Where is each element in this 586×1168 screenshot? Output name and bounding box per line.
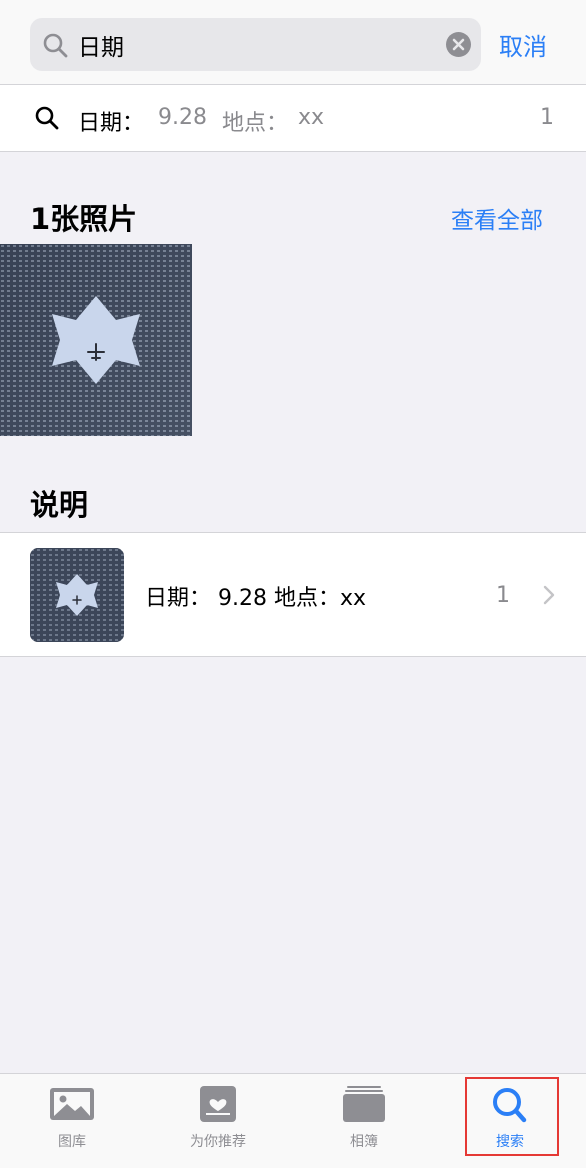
search-suggestion-row[interactable]: 日期： 9.28 地点： xx 1 <box>0 85 586 152</box>
tab-label-for-you: 为你推荐 <box>190 1134 246 1150</box>
suggestion-count: 1 <box>540 105 554 130</box>
search-icon <box>35 106 59 130</box>
search-field[interactable] <box>30 18 481 71</box>
clear-icon[interactable] <box>446 32 471 57</box>
caption-count: 1 <box>496 583 510 608</box>
photos-search-screen: 取消 日期： 9.28 地点： xx 1 1张照片 查看全部 <box>0 0 586 1168</box>
see-all-link[interactable]: 查看全部 <box>451 201 543 235</box>
suggestion-date-value: 9.28 <box>158 105 207 130</box>
chevron-right-icon <box>543 585 555 605</box>
caption-thumbnail <box>30 548 124 642</box>
suggestion-place-key: 地点： <box>222 111 289 136</box>
tab-for-you[interactable]: 为你推荐 <box>163 1074 273 1168</box>
search-icon <box>43 33 68 58</box>
albums-icon <box>343 1086 385 1122</box>
captions-section-title: 说明 <box>30 488 89 522</box>
tab-label-library: 图库 <box>58 1134 86 1150</box>
search-header: 取消 <box>0 0 586 85</box>
tab-label-albums: 相簿 <box>350 1134 378 1150</box>
tab-albums[interactable]: 相簿 <box>309 1074 419 1168</box>
caption-text: 日期： 9.28 地点：xx <box>145 586 367 611</box>
search-input[interactable] <box>78 26 458 63</box>
suggestion-date-key: 日期： <box>78 111 145 136</box>
cancel-button[interactable]: 取消 <box>499 27 547 62</box>
for-you-icon <box>200 1086 236 1122</box>
photo-library-icon <box>50 1088 94 1120</box>
highlight-box <box>465 1077 559 1156</box>
tab-library[interactable]: 图库 <box>17 1074 127 1168</box>
photo-image <box>0 244 192 436</box>
suggestion-place-value: xx <box>298 105 325 130</box>
caption-list-item[interactable]: 日期： 9.28 地点：xx 1 <box>0 532 586 657</box>
photo-result[interactable] <box>0 244 192 436</box>
photos-section-title: 1张照片 <box>30 202 138 236</box>
